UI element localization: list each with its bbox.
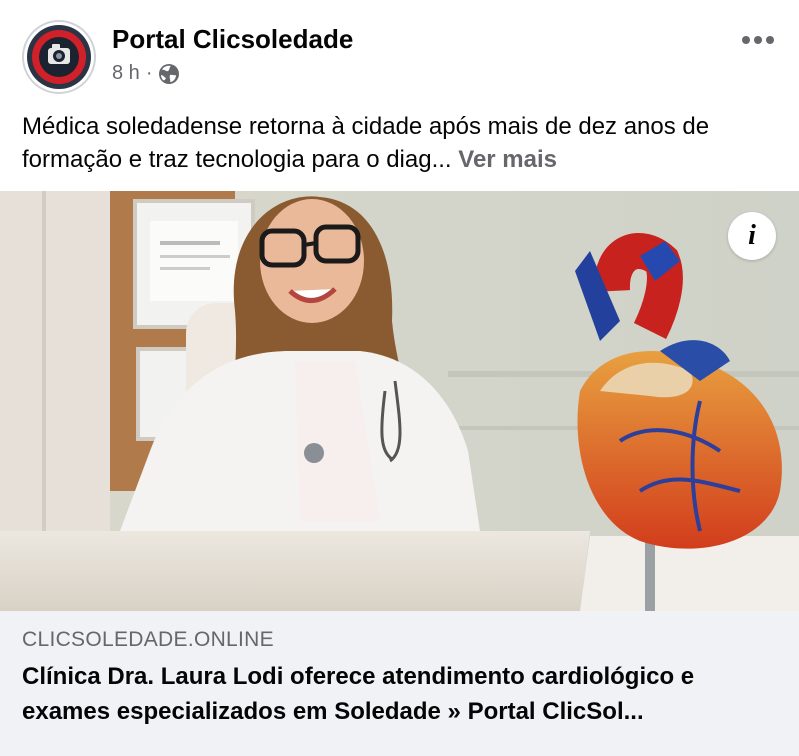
post-time[interactable]: 8 h bbox=[112, 62, 140, 85]
photo-doctor-with-heart-model bbox=[0, 191, 799, 611]
info-icon: i bbox=[748, 220, 756, 251]
post-body: Médica soledadense retorna à cidade após… bbox=[22, 113, 710, 173]
link-title[interactable]: Clínica Dra. Laura Lodi oferece atendime… bbox=[22, 659, 782, 729]
post-header: Portal Clicsoledade 8 h · bbox=[0, 0, 799, 100]
meta-separator: · bbox=[145, 62, 153, 84]
avatar-logo-icon bbox=[27, 25, 91, 89]
page-name[interactable]: Portal Clicsoledade bbox=[112, 24, 353, 55]
info-button[interactable]: i bbox=[728, 212, 776, 260]
more-options-button[interactable] bbox=[741, 26, 775, 46]
see-more-link[interactable]: Ver mais bbox=[458, 146, 557, 173]
globe-icon[interactable] bbox=[158, 63, 180, 85]
page-avatar[interactable] bbox=[22, 20, 96, 94]
post-image[interactable] bbox=[0, 191, 799, 611]
post-meta: 8 h · bbox=[112, 62, 180, 85]
post-text: Médica soledadense retorna à cidade após… bbox=[22, 110, 782, 176]
link-domain: CLICSOLEDADE.ONLINE bbox=[22, 628, 274, 651]
more-horizontal-icon bbox=[742, 36, 774, 44]
link-preview[interactable]: CLICSOLEDADE.ONLINE Clínica Dra. Laura L… bbox=[0, 611, 799, 756]
